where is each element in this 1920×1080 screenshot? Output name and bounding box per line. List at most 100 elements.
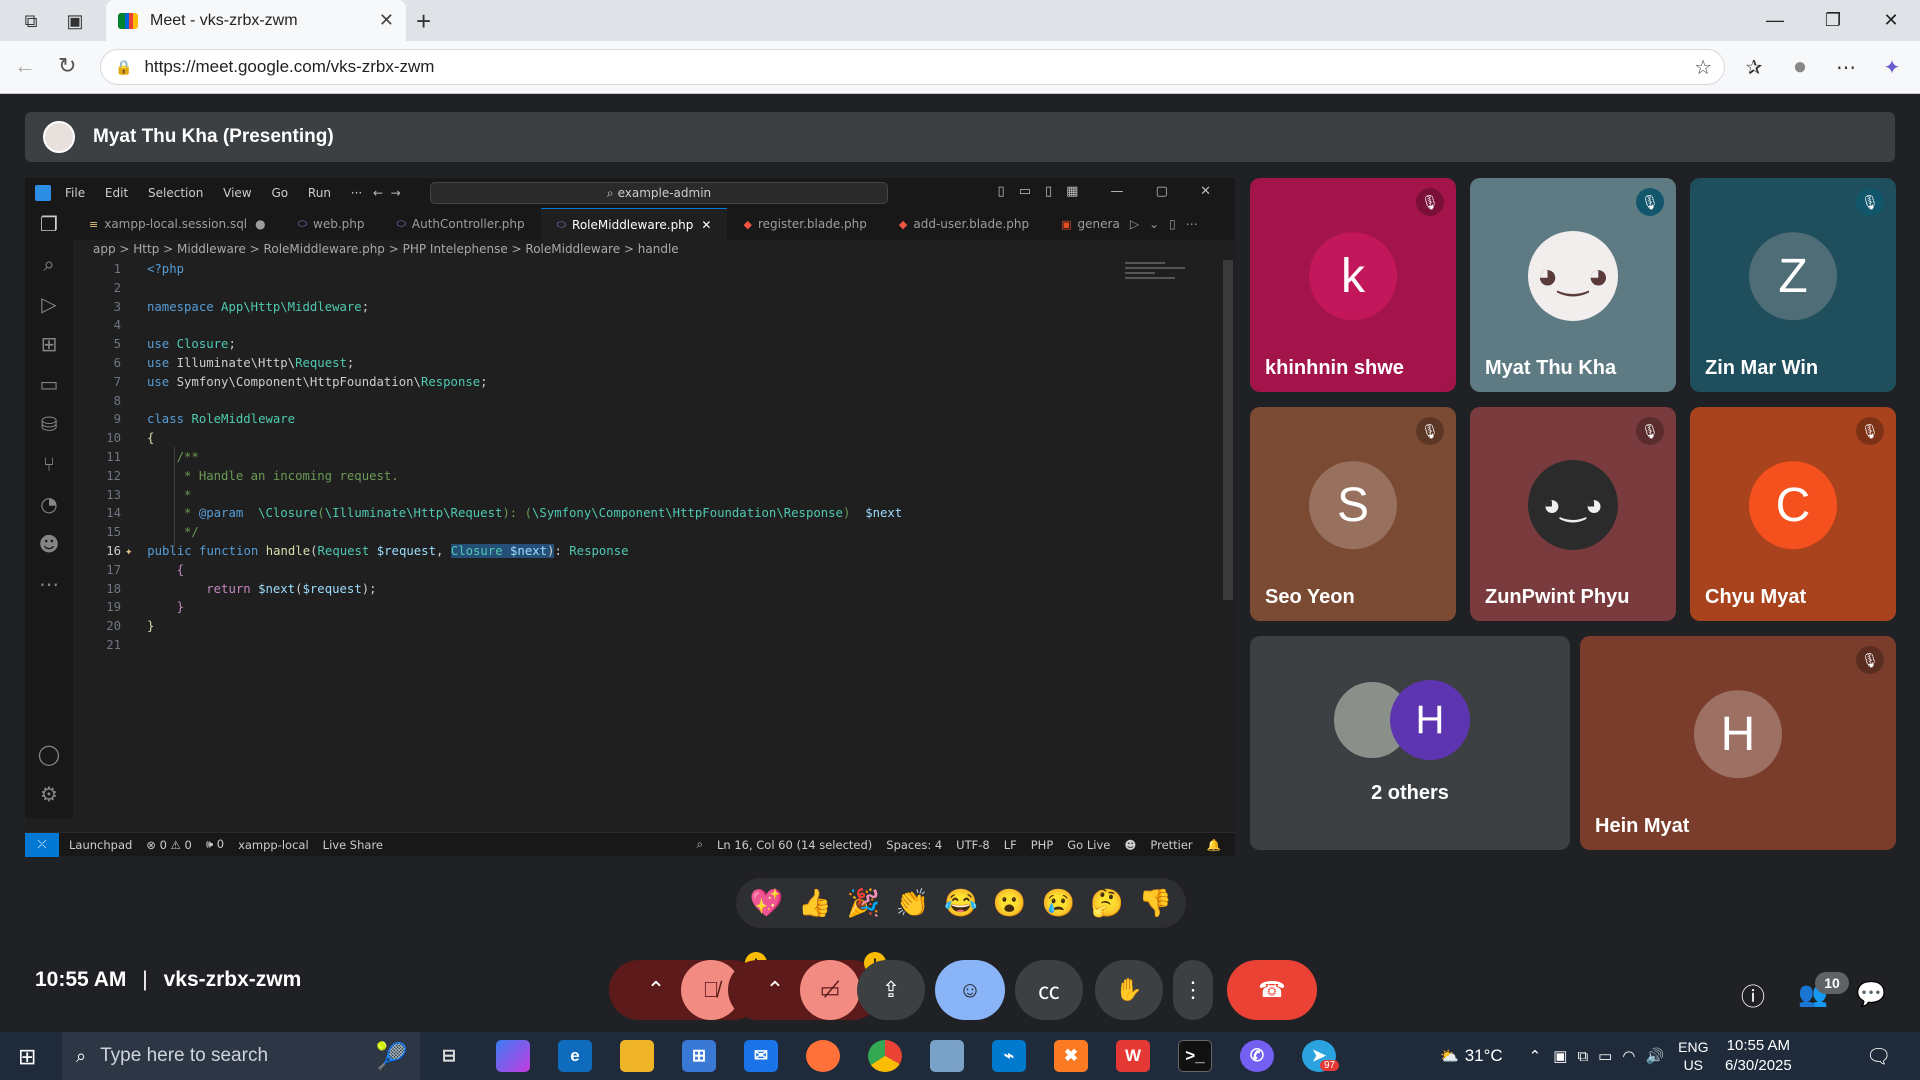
status-liveshare[interactable]: Live Share bbox=[323, 838, 383, 852]
more-views-icon[interactable]: ⋯ bbox=[37, 572, 61, 596]
weather-temp[interactable]: 31°C bbox=[1465, 1046, 1503, 1066]
remote-explorer-icon[interactable]: ▭ bbox=[37, 372, 61, 396]
present-screen-button[interactable]: ⇪ bbox=[857, 960, 925, 1020]
favorites-icon[interactable]: ✰ bbox=[1738, 51, 1770, 83]
menu-more[interactable]: ··· bbox=[351, 186, 362, 200]
menu-run[interactable]: Run bbox=[308, 186, 331, 200]
status-eol[interactable]: LF bbox=[1004, 838, 1017, 852]
audio-options-chevron-icon[interactable]: ⌃ bbox=[631, 977, 681, 1003]
wps-app-icon[interactable]: W bbox=[1116, 1040, 1150, 1072]
favorite-star-icon[interactable]: ☆ bbox=[1694, 55, 1712, 80]
task-view-icon[interactable]: ⊟ bbox=[432, 1040, 466, 1072]
site-info-icon[interactable]: 🔒 bbox=[115, 59, 132, 76]
chrome-app-icon[interactable] bbox=[868, 1040, 902, 1072]
refresh-icon[interactable]: ↻ bbox=[58, 53, 76, 79]
tab-web-php[interactable]: ⬭ web.php bbox=[282, 208, 381, 240]
vertical-tabs-icon[interactable]: ▣ bbox=[62, 8, 88, 34]
store-app-icon[interactable]: ⊞ bbox=[682, 1040, 716, 1072]
participant-tile[interactable]: ◕‿◕ 🎙 ZunPwint Phyu bbox=[1470, 407, 1676, 621]
reaction-clap[interactable]: 👏 bbox=[895, 887, 929, 919]
terminal-app-icon[interactable]: >_ bbox=[1178, 1040, 1212, 1072]
captions-button[interactable]: ㏄ bbox=[1015, 960, 1083, 1020]
xampp-app-icon[interactable]: ✖ bbox=[1054, 1040, 1088, 1072]
wifi-icon[interactable]: ◠ bbox=[1622, 1047, 1635, 1065]
status-db[interactable]: xampp-local bbox=[238, 838, 309, 852]
browser-tab-meet[interactable]: Meet - vks-zrbx-zwm ✕ bbox=[106, 0, 406, 41]
status-encoding[interactable]: UTF-8 bbox=[956, 838, 990, 852]
new-tab-icon[interactable]: + bbox=[416, 6, 431, 37]
menu-selection[interactable]: Selection bbox=[148, 186, 203, 200]
mail-app-icon[interactable]: ✉ bbox=[744, 1040, 778, 1072]
camera-off-button[interactable]: ▭̸ bbox=[800, 960, 860, 1020]
shared-screen-vscode[interactable]: File Edit Selection View Go Run ··· ← → … bbox=[25, 178, 1235, 857]
participant-tile[interactable]: S 🎙 Seo Yeon bbox=[1250, 407, 1456, 621]
profile-avatar-icon[interactable]: ● bbox=[1784, 51, 1816, 83]
windows-start-icon[interactable]: ⊞ bbox=[18, 1044, 42, 1069]
tab-add-user-blade[interactable]: ◆ add-user.blade.php bbox=[883, 208, 1045, 240]
minimap[interactable] bbox=[1125, 262, 1195, 292]
reaction-surprised[interactable]: 😮 bbox=[993, 887, 1027, 919]
show-hidden-icons-icon[interactable]: ⌃ bbox=[1529, 1047, 1542, 1065]
reaction-thumbs-up[interactable]: 👍 bbox=[798, 887, 832, 919]
others-tile[interactable]: H 2 others bbox=[1250, 636, 1570, 850]
tab-xampp-session[interactable]: ≡ xampp-local.session.sql ● bbox=[73, 208, 282, 240]
more-menu-icon[interactable]: ⋯ bbox=[1830, 51, 1862, 83]
reaction-laugh[interactable]: 😂 bbox=[944, 887, 978, 919]
reaction-sparkling-heart[interactable]: 💖 bbox=[750, 887, 784, 919]
reaction-sad[interactable]: 😢 bbox=[1041, 887, 1075, 919]
run-debug-icon[interactable]: ▷ bbox=[37, 292, 61, 316]
status-spaces[interactable]: Spaces: 4 bbox=[886, 838, 942, 852]
participant-tile[interactable]: k 🎙 khinhnin shwe bbox=[1250, 178, 1456, 392]
address-bar[interactable]: 🔒 https://meet.google.com/vks-zrbx-zwm ☆ bbox=[100, 49, 1725, 85]
tray-app2-icon[interactable]: ⧉ bbox=[1577, 1048, 1588, 1065]
status-copilot-icon[interactable]: ☻ bbox=[1124, 838, 1136, 852]
volume-icon[interactable]: 🔊 bbox=[1645, 1047, 1664, 1065]
notification-center-icon[interactable]: 🗨 bbox=[1866, 1032, 1891, 1080]
edge-app-icon[interactable]: e bbox=[558, 1040, 592, 1072]
more-options-button[interactable]: ⋮ bbox=[1173, 960, 1213, 1020]
taskbar-search[interactable]: ⌕ Type here to search 🎾 bbox=[62, 1032, 420, 1080]
vscode-app-icon[interactable]: ⌁ bbox=[992, 1040, 1026, 1072]
reaction-thumbs-down[interactable]: 👎 bbox=[1139, 887, 1173, 919]
remote-desktop-icon[interactable] bbox=[930, 1040, 964, 1072]
firefox-app-icon[interactable] bbox=[806, 1040, 840, 1072]
raise-hand-button[interactable]: ✋ bbox=[1095, 960, 1163, 1020]
viber-app-icon[interactable]: ✆ bbox=[1240, 1040, 1274, 1072]
nav-back-forward-icon[interactable]: ← → bbox=[373, 186, 401, 200]
language-indicator[interactable]: ENG US bbox=[1678, 1038, 1708, 1074]
accounts-icon[interactable]: ◯ bbox=[37, 742, 61, 766]
database-icon[interactable]: ⛁ bbox=[37, 412, 61, 436]
copilot-icon[interactable]: ✦ bbox=[1876, 51, 1908, 83]
workspaces-icon[interactable]: ⧉ bbox=[18, 8, 44, 34]
search-view-icon[interactable]: ⌕ bbox=[37, 252, 61, 276]
battery-icon[interactable]: ▭ bbox=[1598, 1047, 1612, 1065]
participant-tile[interactable]: H 🎙 Hein Myat bbox=[1580, 636, 1896, 850]
menu-view[interactable]: View bbox=[223, 186, 251, 200]
menu-go[interactable]: Go bbox=[271, 186, 288, 200]
copilot-chat-icon[interactable]: ☻ bbox=[37, 532, 61, 556]
status-prettier[interactable]: Prettier bbox=[1150, 838, 1192, 852]
menu-file[interactable]: File bbox=[65, 186, 85, 200]
close-editor-tab-icon[interactable]: ✕ bbox=[701, 218, 711, 232]
participant-tile[interactable]: ◕‿◕ 🎙 Myat Thu Kha bbox=[1470, 178, 1676, 392]
tab-rolemiddleware[interactable]: ⬭ RoleMiddleware.php ✕ bbox=[540, 208, 728, 240]
settings-gear-icon[interactable]: ⚙ bbox=[37, 782, 61, 806]
zoom-icon[interactable]: ⌕ bbox=[697, 837, 703, 852]
back-icon[interactable]: ← bbox=[14, 53, 36, 79]
remote-indicator-icon[interactable]: ⤫ bbox=[25, 832, 59, 857]
copilot-app-icon[interactable] bbox=[496, 1040, 530, 1072]
close-tab-icon[interactable]: ✕ bbox=[379, 10, 394, 31]
participant-tile[interactable]: C 🎙 Chyu Myat bbox=[1690, 407, 1896, 621]
status-language[interactable]: PHP bbox=[1031, 838, 1054, 852]
taskbar-clock[interactable]: 10:55 AM 6/30/2025 bbox=[1725, 1036, 1792, 1076]
status-position[interactable]: Ln 16, Col 60 (14 selected) bbox=[717, 838, 872, 852]
run-split-more-icon[interactable]: ▷⌄▯⋯ bbox=[1130, 217, 1208, 231]
reaction-thinking[interactable]: 🤔 bbox=[1090, 887, 1124, 919]
layout-controls-icon[interactable]: ▯▭▯▦ — ▢ ✕ bbox=[998, 184, 1225, 199]
meeting-details-icon[interactable]: ⓘ bbox=[1737, 978, 1769, 1011]
source-control-icon[interactable]: ⑂ bbox=[37, 452, 61, 476]
minimize-icon[interactable]: — bbox=[1746, 0, 1804, 41]
command-center-search[interactable]: ⌕ example-admin bbox=[430, 182, 888, 204]
video-options-chevron-icon[interactable]: ⌃ bbox=[750, 977, 800, 1003]
notifications-bell-icon[interactable]: 🔔 bbox=[1207, 838, 1221, 852]
